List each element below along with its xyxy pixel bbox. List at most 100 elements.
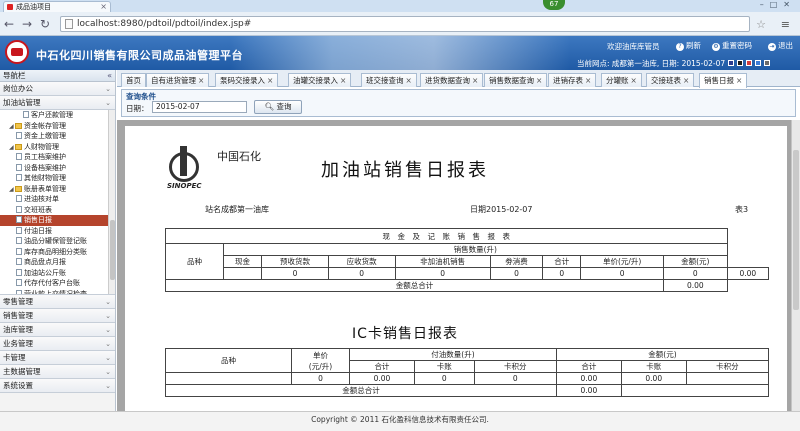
sidebar-section[interactable]: 加油站管理 ⌄ [0,96,115,110]
theme-swatch[interactable] [737,60,743,66]
sidebar-section[interactable]: 岗位办公 ⌄ [0,82,115,96]
close-icon[interactable]: × [406,76,412,85]
folder-icon [15,185,22,192]
nav-tree-scrollbar[interactable] [108,110,115,294]
nav-tree-item[interactable]: 商品盘点月报 [0,257,115,268]
sidebar-section[interactable]: 销售管理 ⌄ [0,309,115,323]
content-tab[interactable]: 交接班表 × [646,73,695,87]
sidebar-section[interactable]: 系统设置 ⌄ [0,379,115,393]
sidebar-section-label: 零售管理 [3,297,33,306]
close-icon[interactable]: × [631,76,637,85]
sidebar-header: 导航栏 « [0,70,115,82]
document-icon [16,226,22,234]
nav-tree-item[interactable]: 设备档案维护 [0,163,115,174]
address-bar: ← → ↻ localhost:8980/pdtoil/pdtoil/index… [0,12,800,36]
content-tab-label: 自有进货管理 [151,76,196,85]
collapse-sidebar-icon[interactable]: « [107,70,112,82]
cash-sales-table: 现 金 及 记 账 销 售 报 表 品种 销售数量(升) 现金 预收货款 应收货款非… [165,228,770,292]
nav-tree-item[interactable]: 客户还款管理 [0,110,115,121]
close-icon[interactable]: × [585,76,591,85]
nav-tree-label: 客户还款管理 [31,111,73,119]
nav-tree-item[interactable]: 其他财物管理 [0,173,115,184]
theme-swatch[interactable] [746,60,752,66]
nav-tree-label: 资金上缴管理 [24,132,66,140]
reload-icon[interactable]: ↻ [40,17,50,31]
sidebar-section[interactable]: 油库管理 ⌄ [0,323,115,337]
nav-tree-item[interactable]: 资金上缴管理 [0,131,115,142]
window-controls[interactable]: –□✕ [760,0,796,9]
sidebar: 导航栏 « 岗位办公 ⌄ 加油站管理 ⌄ 客户还款管理 ◢ 资金帐存管理 资金上缴管理 ◢ 人财… [0,70,116,411]
chevron-down-icon: ⌄ [105,368,111,376]
content-tab[interactable]: 销售数据查询 × [484,73,548,87]
theme-swatch[interactable] [728,60,734,66]
close-icon[interactable]: × [198,76,204,85]
content-tab[interactable]: 销售日报 × [699,73,748,88]
column-header: 单价(元/升) [580,255,664,268]
search-button[interactable]: 🔍︎ 查询 [254,100,302,114]
content-tab[interactable]: 进货数据查询 × [420,73,484,87]
cash-column-headers: 现金 预收货款 应收货款 非加油机销售 劵消费 合计 单价(元/升) 金额(元) [166,255,769,268]
close-icon[interactable]: × [340,76,346,85]
content-tab-label: 进货数据查询 [425,76,470,85]
sidebar-section[interactable]: 主数据管理 ⌄ [0,365,115,379]
nav-tree-item[interactable]: ◢ 资金帐存管理 [0,121,115,132]
date-input[interactable]: 2015-02-07 [152,101,247,113]
reset-password-button[interactable]: ⚙ 重置密码 [712,40,752,51]
close-icon[interactable]: × [736,76,742,85]
refresh-button[interactable]: ? 刷新 [676,40,701,51]
column-header: 卡积分 [473,360,557,373]
bookmark-star-icon[interactable]: ☆ [756,18,766,31]
close-icon[interactable]: × [267,76,273,85]
close-icon[interactable]: × [536,76,542,85]
forward-arrow-icon[interactable]: → [22,17,32,31]
content-tab[interactable]: 自有进货管理 × [146,73,210,87]
content-tab[interactable]: 进销存表 × [548,73,597,87]
ic-product-header: 品种 [165,348,292,373]
theme-swatch[interactable] [755,60,761,66]
nav-tree-scroll-thumb[interactable] [110,220,115,280]
back-arrow-icon[interactable]: ← [4,17,14,31]
content-tab[interactable]: 分罐账 × [601,73,642,87]
close-tab-icon[interactable]: × [100,2,107,12]
report-scroll-thumb[interactable] [793,150,799,310]
nav-tree-item[interactable]: 库存商品明细分类账 [0,247,115,258]
nav-tree-item[interactable]: 加油站公斤账 [0,268,115,279]
report-scrollbar[interactable] [791,120,800,411]
close-icon[interactable]: × [683,76,689,85]
ic-report-title: IC卡销售日报表 [352,326,458,342]
refresh-label: 刷新 [686,41,701,50]
chevron-down-icon: ⌄ [105,382,111,390]
nav-tree-label: 销售日报 [24,216,52,224]
nav-tree-item[interactable]: 员工档案维护 [0,152,115,163]
exit-button[interactable]: ⇥ 退出 [768,40,793,51]
content-tabstrip: 首页 自有进货管理 × 泵码交接录入 × 油罐交接录入 × 班交接查询 × 进货数据查询 × 销售数据… [117,70,800,88]
reset-password-label: 重置密码 [722,41,752,50]
nav-tree-item[interactable]: 交班班表 [0,205,115,216]
sidebar-section-label: 销售管理 [3,311,33,320]
sidebar-section[interactable]: 零售管理 ⌄ [0,295,115,309]
sidebar-section-label: 系统设置 [3,381,33,390]
nav-tree-item[interactable]: 代存代付客户台账 [0,278,115,289]
nav-tree-item[interactable]: ◢ 人财物管理 [0,142,115,153]
content-tab[interactable]: 油罐交接录入 × [288,73,352,87]
nav-tree-item[interactable]: 油品分罐保管登记账 [0,236,115,247]
sidebar-section[interactable]: 业务管理 ⌄ [0,337,115,351]
folder-icon [15,122,22,129]
url-input[interactable]: localhost:8980/pdtoil/pdtoil/index.jsp# [60,16,750,32]
content-tab[interactable]: 泵码交接录入 × [215,73,279,87]
nav-tree-item[interactable]: 销售日报 [0,215,115,226]
nav-tree-item[interactable]: 付油日报 [0,226,115,237]
browser-tab[interactable]: 成品油项目 × [3,1,111,12]
nav-tree-item[interactable]: ◢ 账册表单管理 [0,184,115,195]
content-tab[interactable]: 班交接查询 × [361,73,417,87]
sidebar-section[interactable]: 卡管理 ⌄ [0,351,115,365]
browser-menu-icon[interactable]: ≡ [781,18,790,31]
content-tab[interactable]: 首页 [121,73,146,87]
document-icon [16,174,22,181]
theme-swatch[interactable] [764,60,770,66]
sidebar-section-label: 卡管理 [3,353,26,362]
chevron-down-icon: ⌄ [105,312,111,320]
table-row: 0 0 0 0 0 0 0 0.00 [166,267,770,280]
close-icon[interactable]: × [472,76,478,85]
nav-tree-item[interactable]: 进油核对单 [0,194,115,205]
